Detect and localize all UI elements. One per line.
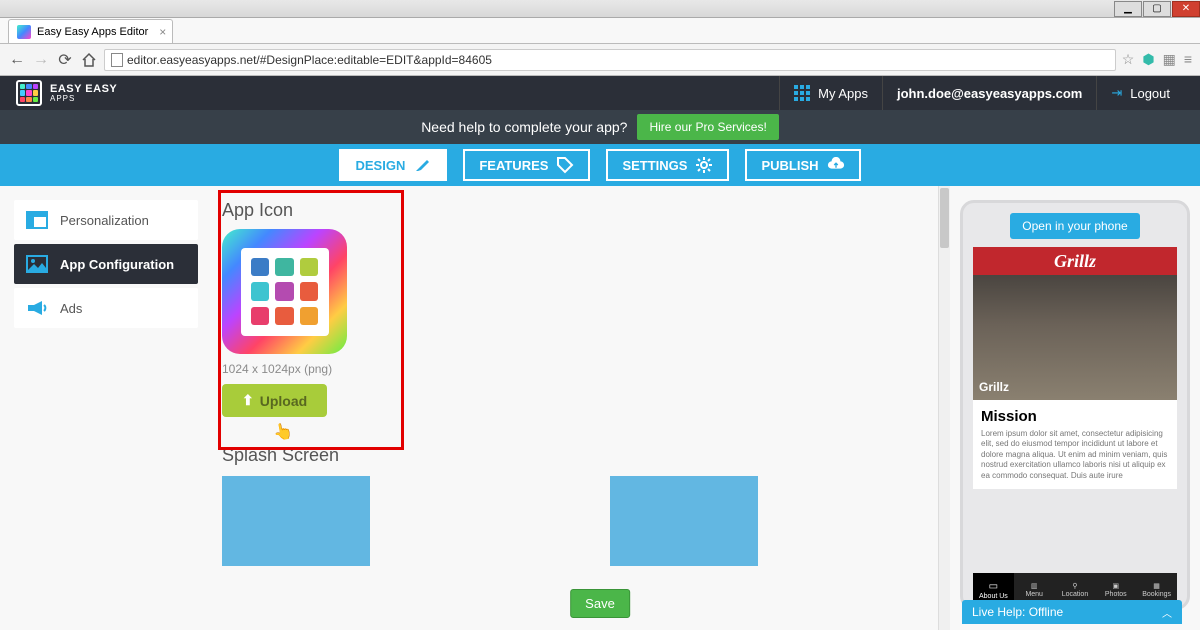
splash-preview-2[interactable]: [610, 476, 758, 566]
browser-addressbar: ← → ⟳ editor.easyeasyapps.net/#DesignPla…: [0, 44, 1200, 76]
phone-brand-header: Grillz: [973, 247, 1177, 275]
design-sidebar: Personalization App Configuration Ads: [0, 186, 198, 630]
url-bar[interactable]: editor.easyeasyapps.net/#DesignPlace:edi…: [104, 49, 1116, 71]
cursor-pointer-icon: 👆: [271, 420, 294, 443]
sidebar-label: App Configuration: [60, 257, 174, 272]
apps-icon: [794, 85, 810, 101]
main-tab-bar: DESIGN FEATURES SETTINGS PUBLISH: [0, 144, 1200, 186]
tab-publish[interactable]: PUBLISH: [745, 149, 860, 181]
brand-top: EASY EASY: [50, 84, 117, 95]
cloud-upload-icon: [827, 156, 845, 174]
logout-link[interactable]: ⇥ Logout: [1096, 76, 1184, 110]
phone-preview: Open in your phone Grillz Grillz Mission…: [960, 200, 1190, 610]
hero-label: Grillz: [973, 374, 1015, 400]
tab-close-icon[interactable]: ×: [159, 25, 166, 39]
open-in-phone-button[interactable]: Open in your phone: [1010, 213, 1139, 239]
maximize-button[interactable]: ▢: [1143, 1, 1171, 17]
vertical-scrollbar[interactable]: [938, 186, 950, 630]
minimize-button[interactable]: ▁: [1114, 1, 1142, 17]
main-content: App Icon 1024 x 1024px (png) ⬆ Upload 👆 …: [198, 186, 938, 630]
window-titlebar: ▁ ▢ ✕: [0, 0, 1200, 18]
reload-button[interactable]: ⟳: [56, 51, 74, 69]
phone-brand: Grillz: [1054, 251, 1096, 272]
help-bar: Need help to complete your app? Hire our…: [0, 110, 1200, 144]
home-button[interactable]: [80, 51, 98, 69]
url-text: editor.easyeasyapps.net/#DesignPlace:edi…: [127, 53, 492, 67]
live-help-bar[interactable]: Live Help: Offline ︿: [962, 600, 1182, 624]
app-icon-preview: [222, 229, 347, 354]
tab-settings[interactable]: SETTINGS: [606, 149, 729, 181]
menu-icon[interactable]: ≡: [1184, 51, 1192, 68]
pin-icon: ⚲: [1072, 582, 1077, 590]
user-email[interactable]: john.doe@easyeasyapps.com: [882, 76, 1096, 110]
book-icon: ▥: [1031, 582, 1038, 590]
sidebar-item-personalization[interactable]: Personalization: [14, 200, 198, 240]
scroll-thumb[interactable]: [940, 188, 949, 248]
sidebar-label: Ads: [60, 301, 82, 316]
my-apps-link[interactable]: My Apps: [779, 76, 882, 110]
image-icon: [26, 254, 48, 274]
gear-icon: [695, 156, 713, 174]
tab-features[interactable]: FEATURES: [463, 149, 590, 181]
live-help-label: Live Help: Offline: [972, 605, 1063, 619]
tab-title: Easy Easy Apps Editor: [37, 26, 148, 38]
close-button[interactable]: ✕: [1172, 1, 1200, 17]
app-header: EASY EASY APPS My Apps john.doe@easyeasy…: [0, 76, 1200, 110]
grid-icon[interactable]: ▦: [1163, 51, 1176, 68]
tab-design[interactable]: DESIGN: [339, 149, 447, 181]
layout-icon: [26, 210, 48, 230]
sidebar-item-app-configuration[interactable]: App Configuration: [14, 244, 198, 284]
back-button[interactable]: ←: [8, 51, 26, 69]
logout-icon: ⇥: [1111, 85, 1122, 101]
upload-arrow-icon: ⬆: [242, 392, 254, 409]
extension-icon[interactable]: ⬢: [1142, 51, 1154, 68]
section-app-icon-title: App Icon: [222, 200, 914, 221]
tag-icon: [556, 156, 574, 174]
page-icon: [111, 53, 123, 67]
browser-tab[interactable]: Easy Easy Apps Editor ×: [8, 19, 173, 43]
badge-icon: ▭: [989, 581, 998, 592]
sidebar-item-ads[interactable]: Ads: [14, 288, 198, 328]
favicon-icon: [17, 25, 31, 39]
hire-services-button[interactable]: Hire our Pro Services!: [637, 114, 778, 140]
splash-preview-1[interactable]: [222, 476, 370, 566]
mission-text: Lorem ipsum dolor sit amet, consectetur …: [981, 429, 1169, 481]
section-splash-title: Splash Screen: [222, 445, 914, 466]
brush-icon: [413, 156, 431, 174]
chevron-up-icon: ︿: [1162, 605, 1172, 620]
calendar-icon: ▦: [1153, 582, 1160, 590]
browser-tabstrip: Easy Easy Apps Editor ×: [0, 18, 1200, 44]
upload-button[interactable]: ⬆ Upload: [222, 384, 327, 417]
help-text: Need help to complete your app?: [421, 119, 627, 135]
star-icon[interactable]: ☆: [1122, 51, 1135, 68]
brand-bot: APPS: [50, 95, 117, 103]
save-button[interactable]: Save: [570, 589, 630, 618]
phone-hero-image: Grillz: [973, 275, 1177, 400]
icon-dimensions: 1024 x 1024px (png): [222, 362, 914, 376]
logo-icon: [16, 80, 42, 106]
forward-button[interactable]: →: [32, 51, 50, 69]
camera-icon: ▣: [1112, 582, 1119, 590]
app-icon-grid: [241, 248, 329, 336]
mission-heading: Mission: [981, 408, 1169, 425]
sidebar-label: Personalization: [60, 213, 149, 228]
logo[interactable]: EASY EASY APPS: [16, 80, 117, 106]
megaphone-icon: [26, 298, 48, 318]
